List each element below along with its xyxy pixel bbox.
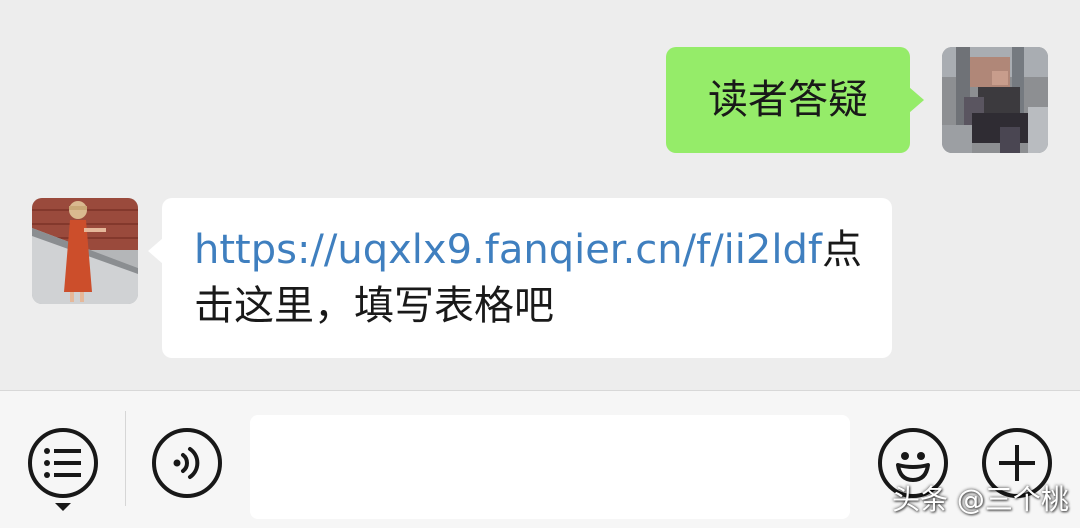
message-input[interactable] xyxy=(250,415,850,519)
incoming-message-line-1: https://uqxlx9.fanqier.cn/f/ii2ldf点 xyxy=(194,222,862,278)
contact-avatar[interactable] xyxy=(32,198,138,304)
incoming-message-bubble[interactable]: https://uqxlx9.fanqier.cn/f/ii2ldf点 击这里，… xyxy=(148,198,892,358)
chat-message-area: 读者答疑 https://uqxlx9.fanqier.cn/f/ii2ldf点… xyxy=(0,0,1080,390)
menu-caret-icon xyxy=(55,503,71,511)
voice-button[interactable] xyxy=(152,428,222,498)
message-text-part-2: 击这里，填写表格吧 xyxy=(194,283,554,329)
menu-button[interactable] xyxy=(28,428,98,498)
self-avatar[interactable] xyxy=(942,47,1048,153)
watermark: 头条 @三个桃 xyxy=(892,483,1069,516)
message-text-part-1: 点 xyxy=(821,227,862,273)
outgoing-message-text: 读者答疑 xyxy=(708,77,868,123)
plus-icon xyxy=(999,445,1035,481)
toolbar-divider xyxy=(125,411,126,506)
voice-input-icon xyxy=(173,447,200,479)
message-link[interactable]: https://uqxlx9.fanqier.cn/f/ii2ldf xyxy=(194,227,822,273)
outgoing-message-bubble[interactable]: 读者答疑 xyxy=(666,47,924,153)
list-menu-icon xyxy=(44,448,81,478)
